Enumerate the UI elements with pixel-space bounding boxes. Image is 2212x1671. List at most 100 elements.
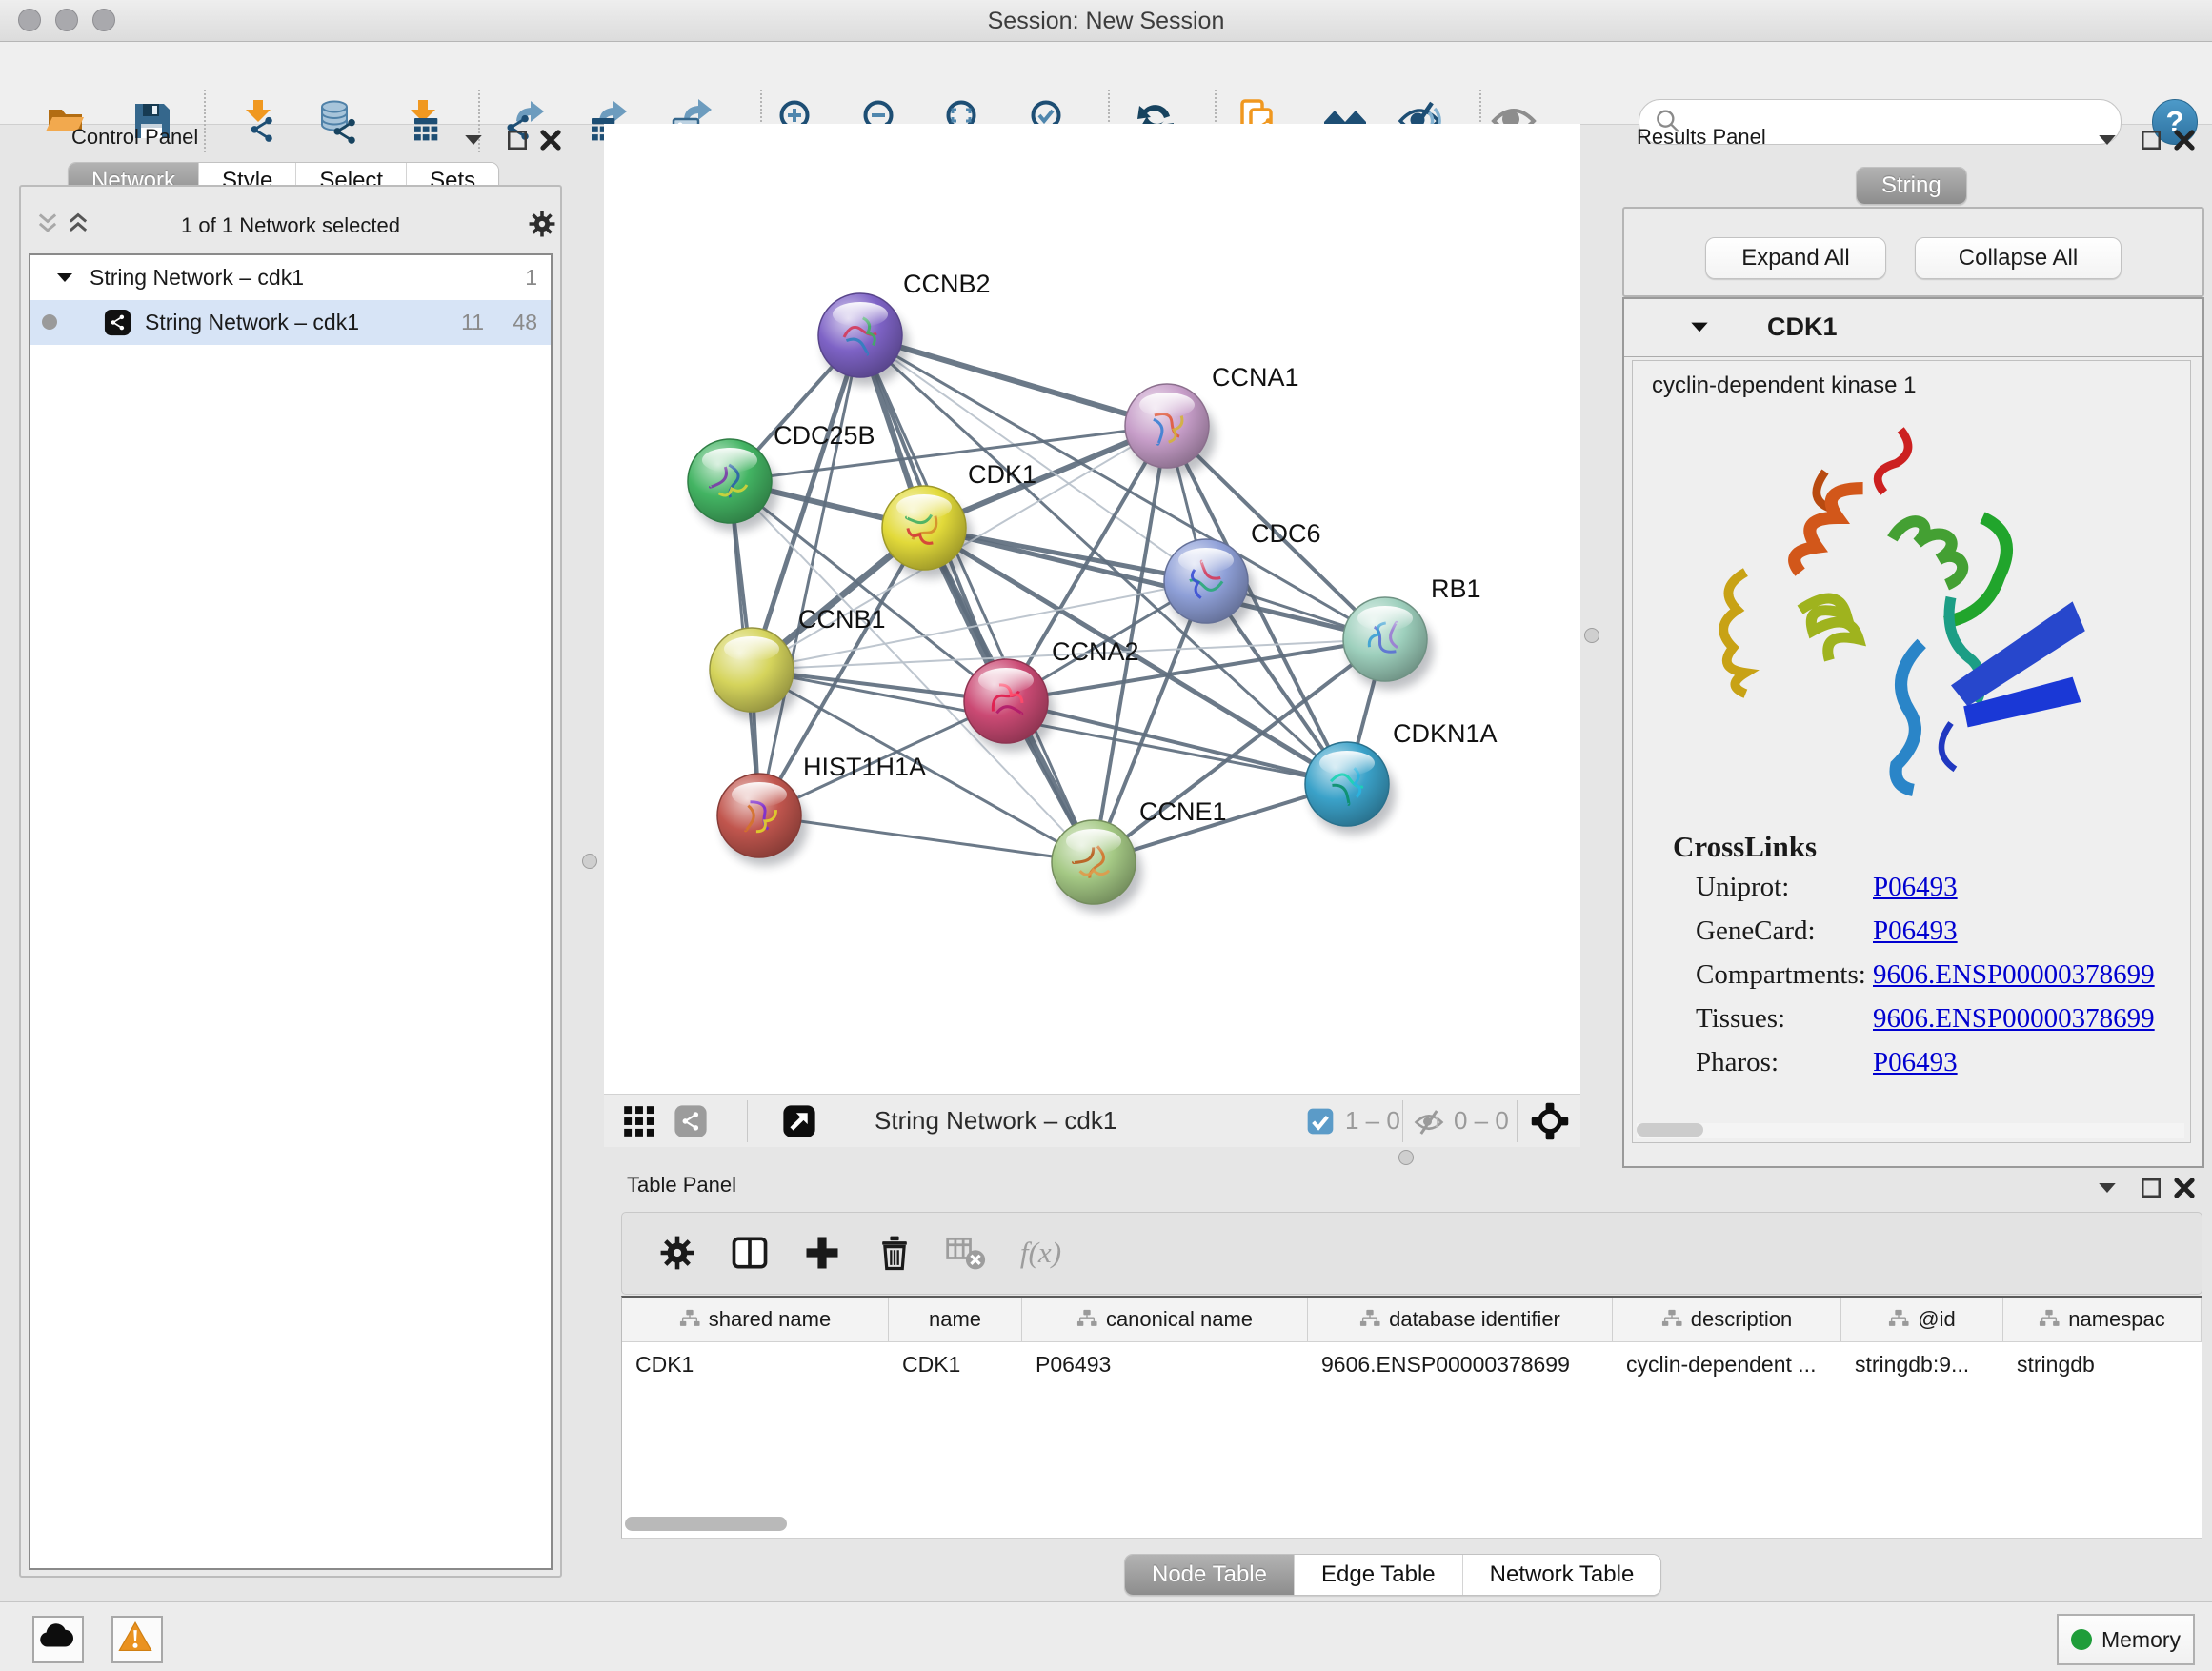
tab-network-table[interactable]: Network Table — [1463, 1555, 1661, 1595]
network-row-label: String Network – cdk1 — [145, 310, 359, 335]
hidden-eye-icon[interactable] — [1412, 1105, 1446, 1139]
warning-button[interactable] — [111, 1616, 163, 1663]
results-panel-float-icon[interactable] — [2137, 126, 2165, 154]
crosslink-label: Compartments: — [1696, 959, 1873, 991]
control-panel-title: Control Panel — [71, 125, 198, 150]
sort-tree-icon — [2039, 1309, 2060, 1330]
column-header-shared-name[interactable]: shared name — [622, 1298, 889, 1341]
column-header-name[interactable]: name — [889, 1298, 1022, 1341]
expand-all-button[interactable]: Expand All — [1705, 237, 1886, 279]
node-label-CCNA2: CCNA2 — [1052, 637, 1139, 666]
column-label: database identifier — [1389, 1307, 1560, 1332]
network-view-title: String Network – cdk1 — [875, 1106, 1116, 1136]
birdseye-grid-icon[interactable] — [621, 1103, 657, 1139]
cloud-icon — [34, 1645, 78, 1661]
network-node-CCNE1[interactable]: CCNE1 — [1052, 797, 1227, 913]
show-columns-icon[interactable] — [729, 1232, 771, 1274]
crosslink-value-link[interactable]: 9606.ENSP00000378699 — [1873, 1003, 2155, 1034]
table-options-gear-icon[interactable] — [656, 1232, 698, 1274]
fit-selected-crosshair-icon[interactable] — [1530, 1101, 1570, 1141]
column-label: name — [929, 1307, 981, 1332]
table-horizontal-scrollbar[interactable] — [625, 1517, 787, 1531]
network-node-HIST1H1A[interactable]: HIST1H1A — [717, 753, 926, 866]
network-node-CDKN1A[interactable]: CDKN1A — [1305, 719, 1498, 835]
group-expand-triangle-icon[interactable] — [53, 267, 76, 290]
delete-table-icon-disabled — [944, 1232, 986, 1274]
results-panel-close-icon[interactable] — [2170, 126, 2199, 154]
collapse-all-button[interactable]: Collapse All — [1915, 237, 2122, 279]
bottom-splitter-handle[interactable] — [1398, 1150, 1414, 1165]
sort-tree-icon — [1076, 1309, 1097, 1330]
network-list-panel: 1 of 1 Network selected String Network –… — [19, 185, 562, 1578]
table-panel-float-icon[interactable] — [2137, 1174, 2165, 1202]
svg-text:f(x): f(x) — [1020, 1236, 1061, 1269]
column-header-canonical-name[interactable]: canonical name — [1022, 1298, 1308, 1341]
network-edge[interactable] — [860, 335, 1094, 862]
control-panel-menu-icon[interactable] — [459, 126, 488, 154]
control-panel-close-icon[interactable] — [536, 126, 565, 154]
network-edge[interactable] — [759, 335, 860, 815]
right-splitter-handle[interactable] — [1584, 628, 1599, 643]
crosslink-value-link[interactable]: P06493 — [1873, 872, 1958, 902]
network-canvas[interactable]: CCNB2CCNA1CDC25BCDK1CDC6RB1CCNB1CCNA2CDK… — [604, 124, 1580, 1094]
network-edge[interactable] — [860, 335, 1385, 639]
column-header-description[interactable]: description — [1613, 1298, 1841, 1341]
network-node-RB1[interactable]: RB1 — [1343, 574, 1481, 690]
add-column-icon[interactable] — [801, 1232, 843, 1274]
crosslink-label: Uniprot: — [1696, 872, 1873, 903]
table-cell[interactable]: stringdb:9... — [1841, 1342, 2003, 1386]
gene-details: cyclin-dependent kinase 1 CrossLinks Uni… — [1632, 360, 2191, 1143]
crosslink-value-link[interactable]: 9606.ENSP00000378699 — [1873, 959, 2155, 990]
cloud-button[interactable] — [32, 1616, 84, 1663]
column-label: @id — [1918, 1307, 1955, 1332]
network-group-row[interactable]: String Network – cdk1 1 — [30, 255, 551, 300]
delete-column-icon[interactable] — [874, 1232, 915, 1274]
column-header-@id[interactable]: @id — [1841, 1298, 2003, 1341]
column-header-namespac[interactable]: namespac — [2003, 1298, 2202, 1341]
network-node-CDC6[interactable]: CDC6 — [1164, 519, 1321, 632]
table-row[interactable]: CDK1CDK1P064939606.ENSP00000378699cyclin… — [622, 1342, 2202, 1386]
node-table[interactable]: shared name name canonical name database id… — [621, 1296, 2202, 1539]
network-node-CDC25B[interactable]: CDC25B — [688, 421, 875, 532]
network-group-label: String Network – cdk1 — [90, 265, 304, 291]
table-cell[interactable]: cyclin-dependent ... — [1613, 1342, 1841, 1386]
results-scrollbar-track[interactable] — [1637, 1123, 2184, 1138]
network-node-CCNA1[interactable]: CCNA1 — [1125, 363, 1299, 476]
table-cell[interactable]: 9606.ENSP00000378699 — [1308, 1342, 1613, 1386]
gene-collapse-triangle-icon[interactable] — [1687, 315, 1712, 340]
network-edge[interactable] — [759, 815, 1094, 862]
network-view-toolbar: String Network – cdk1 1 – 0 0 – 0 — [604, 1094, 1580, 1147]
tab-edge-table[interactable]: Edge Table — [1295, 1555, 1463, 1595]
selected-nodes-checkbox-icon[interactable] — [1305, 1106, 1336, 1137]
results-panel-menu-icon[interactable] — [2093, 126, 2122, 154]
crosslink-value-link[interactable]: P06493 — [1873, 916, 1958, 946]
left-splitter-handle[interactable] — [582, 854, 597, 869]
table-panel-close-icon[interactable] — [2170, 1174, 2199, 1202]
network-selected-label: 1 of 1 Network selected — [21, 213, 560, 238]
node-label-CDK1: CDK1 — [968, 460, 1036, 489]
network-edge-count: 48 — [513, 310, 537, 335]
import-table-icon[interactable] — [400, 98, 446, 144]
import-database-icon[interactable] — [314, 98, 360, 144]
memory-button[interactable]: Memory — [2057, 1614, 2195, 1665]
network-share-icon[interactable] — [673, 1103, 709, 1139]
control-panel-float-icon[interactable] — [503, 126, 532, 154]
tab-node-table[interactable]: Node Table — [1125, 1555, 1295, 1595]
node-label-CDKN1A: CDKN1A — [1393, 719, 1498, 748]
table-panel-menu-icon[interactable] — [2093, 1174, 2122, 1202]
network-node-CCNB1[interactable]: CCNB1 — [710, 605, 886, 720]
gene-symbol: CDK1 — [1767, 312, 1838, 342]
open-external-icon[interactable] — [781, 1103, 817, 1139]
network-row-selected[interactable]: String Network – cdk1 11 48 — [30, 300, 551, 345]
crosslink-value-link[interactable]: P06493 — [1873, 1047, 1958, 1077]
table-cell[interactable]: stringdb — [2003, 1342, 2202, 1386]
table-cell[interactable]: P06493 — [1022, 1342, 1308, 1386]
table-cell[interactable]: CDK1 — [889, 1342, 1022, 1386]
table-panel-title: Table Panel — [627, 1173, 736, 1198]
tab-string[interactable]: String — [1857, 168, 1966, 204]
table-cell[interactable]: CDK1 — [622, 1342, 889, 1386]
column-label: description — [1691, 1307, 1792, 1332]
column-header-database-identifier[interactable]: database identifier — [1308, 1298, 1613, 1341]
network-list-options-gear-icon[interactable] — [526, 208, 558, 240]
import-network-icon[interactable] — [235, 98, 281, 144]
